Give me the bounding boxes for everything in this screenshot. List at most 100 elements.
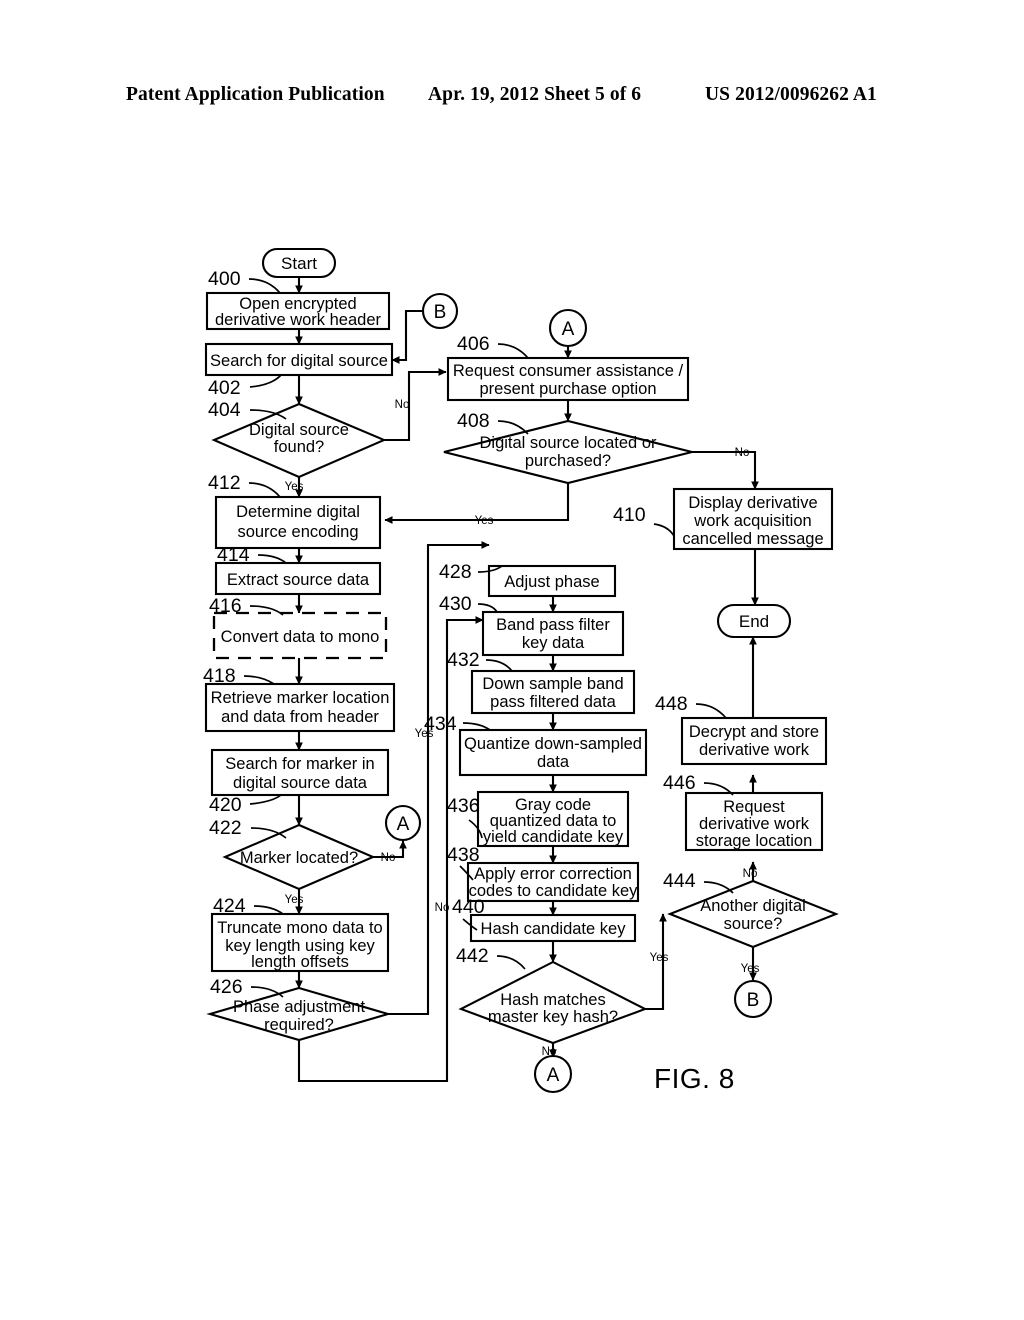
node-440-line1: Hash candidate key <box>481 920 627 938</box>
node-410-line2: work acquisition <box>693 512 811 530</box>
leader-442 <box>496 955 526 970</box>
connector-a-mid-label: A <box>397 814 410 835</box>
ref-434: 434 <box>424 713 457 735</box>
node-422-line1: Marker located? <box>240 849 358 867</box>
leader-418 <box>243 675 275 685</box>
edge-label-404-yes: Yes <box>285 481 304 493</box>
node-442-line1: Hash matches <box>500 991 605 1009</box>
node-410-line3: cancelled message <box>682 530 823 548</box>
node-440-hash-candidate-key[interactable]: Hash candidate key <box>469 913 637 943</box>
node-412-line2: source encoding <box>237 523 358 541</box>
node-start[interactable]: Start <box>261 247 337 279</box>
leader-424 <box>253 905 284 915</box>
node-442-line2: master key hash? <box>488 1008 618 1026</box>
ref-408: 408 <box>457 410 490 432</box>
leader-406 <box>497 343 529 359</box>
node-426-line1: Phase adjustment <box>233 998 365 1016</box>
figure-8-flowchart: No Yes No Yes No Yes Yes No Yes No Yes N… <box>0 0 1024 1320</box>
node-408-line1: Digital source located or <box>479 434 657 452</box>
node-418-line1: Retrieve marker location <box>211 689 390 707</box>
node-400-open-encrypted-header[interactable]: Open encrypted derivative work header <box>205 291 391 331</box>
node-426-line2: required? <box>264 1016 334 1034</box>
figure-caption: FIG. 8 <box>654 1063 735 1094</box>
leader-448 <box>695 703 727 719</box>
node-400-line2: derivative work header <box>215 311 382 329</box>
node-430-line1: Band pass filter <box>496 616 610 634</box>
node-434-quantize-down-sampled[interactable]: Quantize down-sampled data <box>458 728 648 777</box>
ref-400: 400 <box>208 268 241 290</box>
connector-a-top[interactable]: A <box>548 308 588 348</box>
node-420-line2: digital source data <box>233 774 368 792</box>
ref-440: 440 <box>452 896 485 918</box>
leader-410 <box>653 523 675 537</box>
connector-b-bottom-label: B <box>747 990 760 1011</box>
connector-b-bottom[interactable]: B <box>733 979 773 1019</box>
node-430-band-pass-filter[interactable]: Band pass filter key data <box>481 610 625 657</box>
node-448-line2: derivative work <box>699 741 810 759</box>
ref-410: 410 <box>613 504 646 526</box>
node-444-line1: Another digital <box>700 897 806 915</box>
end-label: End <box>739 612 769 631</box>
edge-404-no-to-406 <box>384 368 447 442</box>
node-424-line3: length offsets <box>251 953 349 971</box>
ref-426: 426 <box>210 976 243 998</box>
leader-430 <box>477 603 498 613</box>
node-402-search-digital-source[interactable]: Search for digital source <box>204 342 394 377</box>
node-446-request-storage-location[interactable]: Request derivative work storage location <box>684 791 824 852</box>
ref-404: 404 <box>208 399 241 421</box>
edge-label-422-no: No <box>381 852 396 864</box>
ref-418: 418 <box>203 665 236 687</box>
node-424-truncate-mono-data[interactable]: Truncate mono data to key length using k… <box>210 912 390 973</box>
edge-label-426-no: No <box>435 902 450 914</box>
node-408-line2: purchased? <box>525 452 611 470</box>
node-446-line2: derivative work <box>699 815 810 833</box>
node-410-line1: Display derivative <box>688 494 817 512</box>
node-414-extract-source-data[interactable]: Extract source data <box>214 561 382 596</box>
node-436-gray-code[interactable]: Gray code quantized data to yield candid… <box>476 790 630 848</box>
edge-label-442-yes: Yes <box>650 952 669 964</box>
ref-420: 420 <box>209 794 242 816</box>
ref-432: 432 <box>447 649 480 671</box>
node-434-line2: data <box>537 753 570 771</box>
node-412-determine-source-encoding[interactable]: Determine digital source encoding <box>214 495 382 550</box>
node-438-line2: codes to candidate key <box>469 882 639 900</box>
start-label: Start <box>281 254 317 273</box>
connector-b-top[interactable]: B <box>421 292 459 330</box>
node-418-retrieve-marker-location[interactable]: Retrieve marker location and data from h… <box>204 682 396 733</box>
node-442-hash-matches-master-key[interactable]: Hash matches master key hash? <box>458 960 648 1045</box>
edge-label-422-yes: Yes <box>285 894 304 906</box>
node-416-convert-data-to-mono[interactable]: Convert data to mono <box>212 611 388 660</box>
node-428-adjust-phase[interactable]: Adjust phase <box>487 564 617 598</box>
node-end[interactable]: End <box>716 603 792 639</box>
node-422-marker-located[interactable]: Marker located? <box>222 823 376 891</box>
node-436-line3: yield candidate key <box>483 828 624 846</box>
node-416-line1: Convert data to mono <box>221 628 380 646</box>
patent-page: Patent Application Publication Apr. 19, … <box>0 0 1024 1320</box>
edge-connB-to-402 <box>391 309 423 364</box>
node-448-decrypt-and-store[interactable]: Decrypt and store derivative work <box>680 716 828 766</box>
connector-a-mid[interactable]: A <box>384 804 422 842</box>
leader-402 <box>249 374 282 388</box>
node-424-line1: Truncate mono data to <box>217 919 382 937</box>
connector-a-bottom[interactable]: A <box>533 1054 573 1094</box>
ref-414: 414 <box>217 544 250 566</box>
node-432-line2: pass filtered data <box>490 693 616 711</box>
leader-400 <box>248 278 281 294</box>
edge-label-444-yes: Yes <box>741 963 760 975</box>
node-432-down-sample[interactable]: Down sample band pass filtered data <box>470 669 636 715</box>
ref-416: 416 <box>209 595 242 617</box>
node-410-display-cancelled-message[interactable]: Display derivative work acquisition canc… <box>672 487 834 551</box>
connector-b-top-label: B <box>434 302 447 323</box>
node-430-line2: key data <box>522 634 585 652</box>
node-402-line1: Search for digital source <box>210 352 388 370</box>
node-406-request-consumer-assistance[interactable]: Request consumer assistance / present pu… <box>446 356 690 402</box>
node-420-search-for-marker[interactable]: Search for marker in digital source data <box>210 748 390 797</box>
ref-444: 444 <box>663 870 696 892</box>
node-438-apply-error-correction[interactable]: Apply error correction codes to candidat… <box>466 861 640 903</box>
connector-a-top-label: A <box>562 319 575 340</box>
ref-438: 438 <box>447 844 480 866</box>
node-406-line1: Request consumer assistance / <box>453 362 684 380</box>
node-438-line1: Apply error correction <box>474 865 632 883</box>
leader-420 <box>249 794 282 805</box>
edge-426-yes-to-428 <box>388 541 490 1016</box>
